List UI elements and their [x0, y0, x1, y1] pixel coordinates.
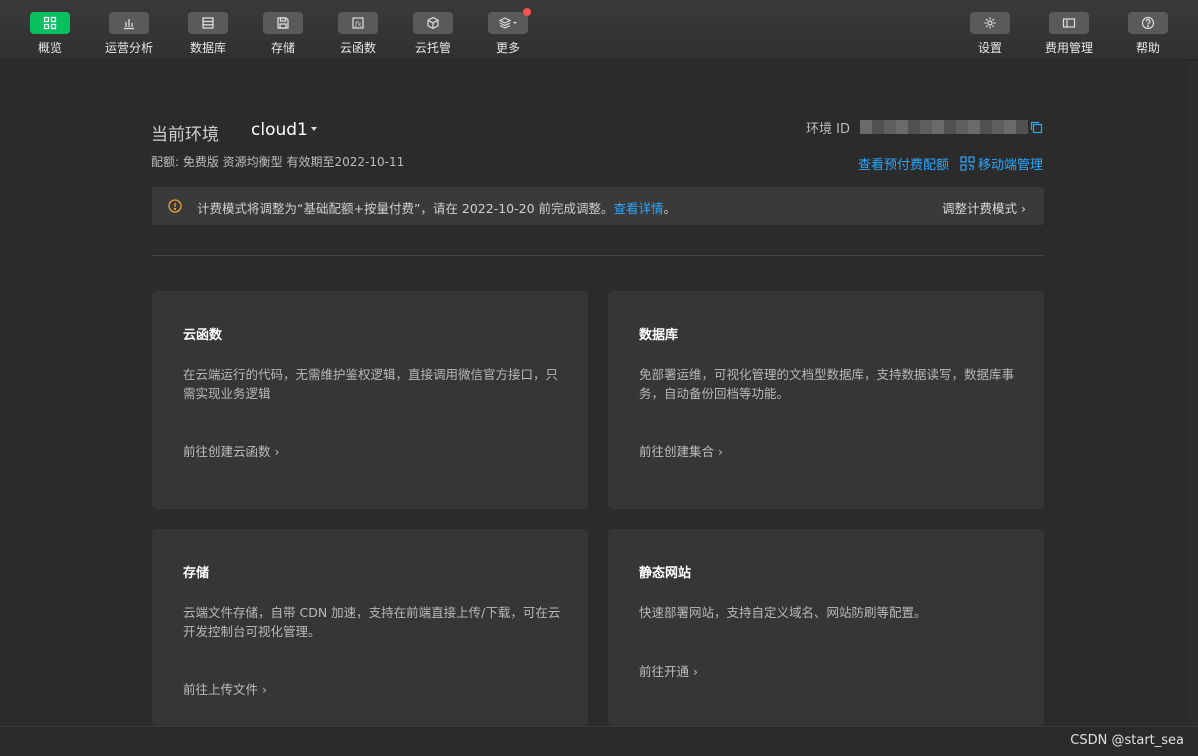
help-label: 帮助 — [1135, 41, 1160, 55]
adjust-billing-label: 调整计费模式 — [942, 201, 1018, 216]
card-database: 数据库 免部署运维，可视化管理的文档型数据库，支持数据读写，数据库事务，自动备份… — [608, 291, 1044, 509]
gear-icon — [970, 12, 1010, 34]
tab-analytics[interactable]: 运营分析 — [97, 0, 161, 60]
billing-notice: 计费模式将调整为“基础配额+按量付费”，请在 2022-10-20 前完成调整。… — [152, 187, 1044, 225]
create-function-link[interactable]: 前往创建云函数 › — [183, 441, 280, 460]
chevron-right-icon: › — [262, 682, 267, 697]
chevron-right-icon: › — [274, 444, 280, 459]
env-id-value-masked — [860, 120, 1028, 134]
svg-text:fx: fx — [354, 21, 362, 29]
notice-message: 计费模式将调整为“基础配额+按量付费”，请在 2022-10-20 前完成调整。… — [197, 198, 676, 217]
chevron-right-icon: › — [1021, 201, 1026, 216]
top-toolbar: 概览 运营分析 数据库 存储 fx 云函数 云托管 更多 设置 费用管理 帮助 — [0, 0, 1198, 60]
notice-text: 计费模式将调整为“基础配额+按量付费”，请在 2022-10-20 前完成调整。 — [197, 201, 614, 216]
qr-code-icon — [960, 156, 975, 171]
billing-icon — [1049, 12, 1089, 34]
card-link-label: 前往创建云函数 — [183, 444, 271, 459]
card-desc: 快速部署网站，支持自定义域名、网站防刷等配置。 — [639, 605, 927, 620]
card-title: 存储 — [183, 566, 210, 581]
card-desc: 免部署运维，可视化管理的文档型数据库，支持数据读写，数据库事务，自动备份回档等功… — [639, 367, 1015, 401]
tab-storage[interactable]: 存储 — [251, 0, 315, 60]
help-button[interactable]: 帮助 — [1116, 0, 1180, 60]
card-static-website: 静态网站 快速部署网站，支持自定义域名、网站防刷等配置。 前往开通 › — [608, 529, 1044, 726]
mobile-management-label: 移动端管理 — [978, 158, 1044, 173]
chevron-right-icon: › — [693, 664, 698, 679]
prepaid-quota-link[interactable]: 查看预付费配额 — [858, 154, 949, 173]
activate-link[interactable]: 前往开通 › — [639, 661, 698, 680]
tab-database[interactable]: 数据库 — [176, 0, 240, 60]
card-desc: 在云端运行的代码，无需维护鉴权逻辑，直接调用微信官方接口，只需实现业务逻辑 — [183, 367, 559, 401]
tab-more-label: 更多 — [495, 41, 520, 55]
tab-cloud-functions[interactable]: fx 云函数 — [326, 0, 390, 60]
caret-down-icon[interactable] — [311, 127, 317, 131]
card-title: 云函数 — [183, 328, 223, 343]
save-icon — [263, 12, 303, 34]
card-link-label: 前往上传文件 — [183, 682, 259, 697]
tab-overview[interactable]: 概览 — [18, 0, 82, 60]
grid-icon — [30, 12, 70, 34]
tab-more[interactable]: 更多 — [476, 0, 540, 60]
database-icon — [188, 12, 228, 34]
main-content: 当前环境 cloud1 配额: 免费版 资源均衡型 有效期至2022-10-11… — [0, 61, 1190, 726]
chevron-right-icon: › — [718, 444, 723, 459]
card-title: 静态网站 — [639, 566, 692, 581]
upload-file-link[interactable]: 前往上传文件 › — [183, 679, 267, 698]
card-link-label: 前往开通 — [639, 664, 690, 679]
env-selector[interactable]: cloud1 — [251, 120, 308, 140]
card-link-label: 前往创建集合 — [639, 444, 715, 459]
adjust-billing-mode-link[interactable]: 调整计费模式 › — [942, 198, 1026, 217]
card-cloud-functions: 云函数 在云端运行的代码，无需维护鉴权逻辑，直接调用微信官方接口，只需实现业务逻… — [152, 291, 588, 509]
card-desc: 云端文件存储，自带 CDN 加速，支持在前端直接上传/下载，可在云开发控制台可视… — [183, 605, 561, 639]
notice-details-link[interactable]: 查看详情 — [614, 201, 664, 216]
env-label: 当前环境 — [151, 125, 219, 145]
quota-text: 配额: 免费版 资源均衡型 有效期至2022-10-11 — [151, 155, 405, 169]
bar-chart-icon — [109, 12, 149, 34]
create-collection-link[interactable]: 前往创建集合 › — [639, 441, 723, 460]
help-icon — [1128, 12, 1168, 34]
layers-icon — [488, 8, 531, 34]
notice-suffix: 。 — [663, 201, 677, 216]
tab-cloud-functions-label: 云函数 — [339, 41, 376, 55]
tab-analytics-label: 运营分析 — [104, 41, 153, 55]
tab-database-label: 数据库 — [189, 41, 226, 55]
billing-label: 费用管理 — [1044, 41, 1093, 55]
notification-badge — [523, 8, 531, 16]
copy-icon[interactable] — [1030, 121, 1043, 134]
billing-button[interactable]: 费用管理 — [1037, 0, 1101, 60]
settings-button[interactable]: 设置 — [958, 0, 1022, 60]
env-id-label: 环境 ID — [806, 122, 850, 137]
tab-storage-label: 存储 — [270, 41, 295, 55]
bottom-bar: CSDN @start_sea — [0, 726, 1198, 756]
divider — [152, 255, 1044, 256]
warning-icon — [168, 199, 182, 213]
cube-icon — [413, 12, 453, 34]
settings-label: 设置 — [977, 41, 1002, 55]
function-icon: fx — [338, 12, 378, 34]
tab-cloud-hosting[interactable]: 云托管 — [401, 0, 465, 60]
tab-cloud-hosting-label: 云托管 — [414, 41, 451, 55]
card-title: 数据库 — [639, 328, 679, 343]
tab-overview-label: 概览 — [37, 41, 62, 55]
card-storage: 存储 云端文件存储，自带 CDN 加速，支持在前端直接上传/下载，可在云开发控制… — [152, 529, 588, 726]
mobile-management-link[interactable]: 移动端管理 — [960, 154, 1043, 173]
watermark: CSDN @start_sea — [1070, 733, 1184, 748]
vertical-scrollbar[interactable] — [1190, 61, 1198, 726]
